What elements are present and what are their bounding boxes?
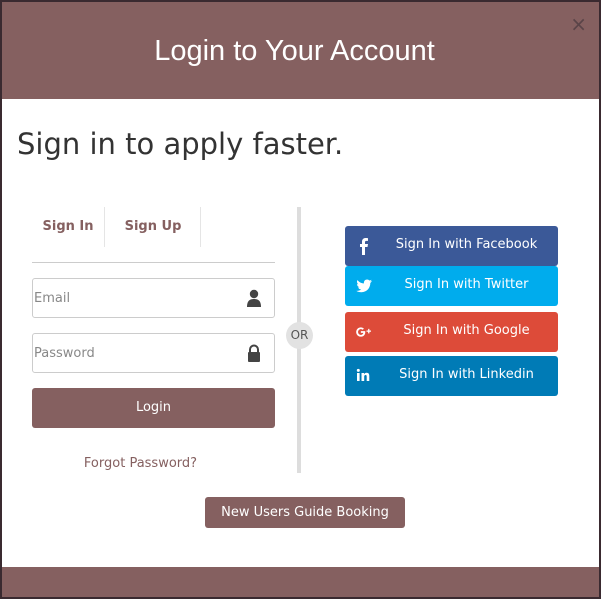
tabs-divider — [32, 262, 275, 263]
forgot-password-link[interactable]: Forgot Password? — [32, 456, 249, 471]
email-input[interactable] — [33, 279, 234, 317]
twitter-signin-label: Sign In with Twitter — [404, 277, 529, 292]
modal-header: Login to Your Account × — [2, 2, 599, 99]
linkedin-icon — [356, 368, 370, 381]
tab-sign-up[interactable]: Sign Up — [106, 207, 201, 247]
linkedin-signin-label: Sign In with Linkedin — [399, 367, 534, 382]
password-input[interactable] — [33, 334, 234, 372]
google-signin-button[interactable]: Sign In with Google — [345, 312, 558, 352]
modal-footer — [2, 567, 599, 597]
twitter-signin-button[interactable]: Sign In with Twitter — [345, 266, 558, 306]
email-field[interactable] — [32, 278, 275, 318]
tab-sign-in[interactable]: Sign In — [32, 207, 105, 247]
new-users-guide-button[interactable]: New Users Guide Booking — [205, 497, 405, 528]
google-signin-label: Sign In with Google — [403, 323, 530, 338]
user-icon — [247, 289, 261, 307]
or-separator: OR — [286, 322, 313, 349]
close-icon[interactable]: × — [570, 14, 587, 34]
modal-subtitle: Sign in to apply faster. — [17, 127, 344, 161]
facebook-signin-label: Sign In with Facebook — [395, 237, 538, 252]
password-field[interactable] — [32, 333, 275, 373]
google-plus-icon — [356, 327, 372, 337]
login-modal: Login to Your Account × Sign in to apply… — [2, 2, 599, 597]
modal-title: Login to Your Account — [154, 35, 435, 67]
twitter-icon — [356, 279, 372, 293]
lock-icon — [248, 344, 260, 362]
linkedin-signin-button[interactable]: Sign In with Linkedin — [345, 356, 558, 396]
facebook-icon — [360, 238, 368, 255]
login-button[interactable]: Login — [32, 388, 275, 428]
facebook-signin-button[interactable]: Sign In with Facebook — [345, 226, 558, 266]
